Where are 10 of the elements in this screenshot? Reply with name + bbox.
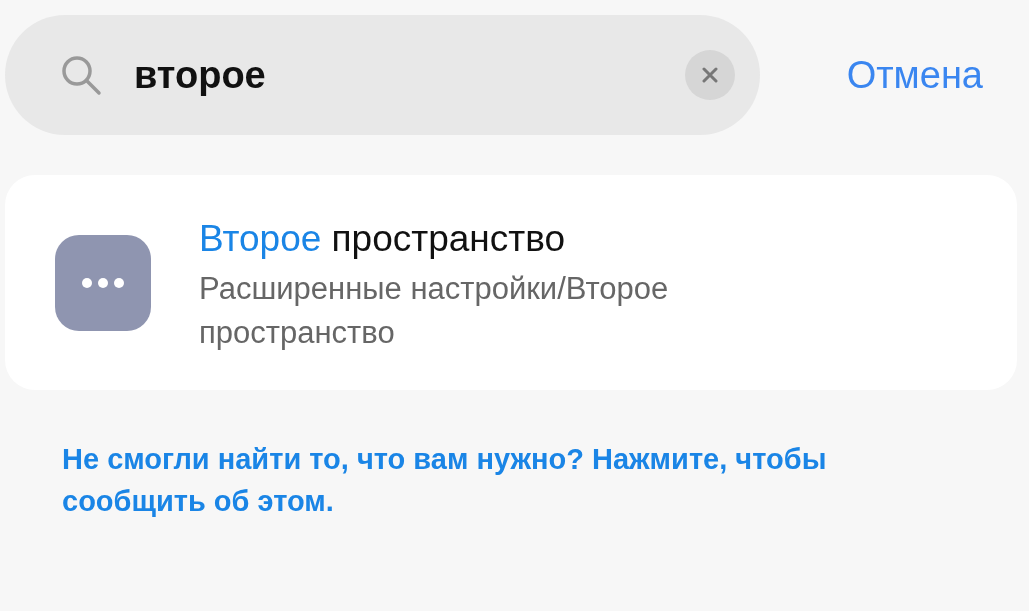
clear-button[interactable]: [685, 50, 735, 100]
search-icon: [60, 54, 102, 96]
result-card[interactable]: Второе пространство Расширенные настройки/Второе пространство: [5, 175, 1017, 390]
result-path: Расширенные настройки/Второе пространство: [199, 270, 670, 352]
close-icon: [702, 67, 718, 83]
result-title: Второе пространство: [199, 217, 567, 261]
search-input[interactable]: второе: [132, 45, 685, 105]
feedback-link[interactable]: Не смогли найти то, что вам нужно? Нажмите, чтобы сообщить об этом.: [62, 438, 852, 522]
more-app-icon: [55, 235, 151, 331]
search-bar[interactable]: второе: [5, 15, 760, 135]
